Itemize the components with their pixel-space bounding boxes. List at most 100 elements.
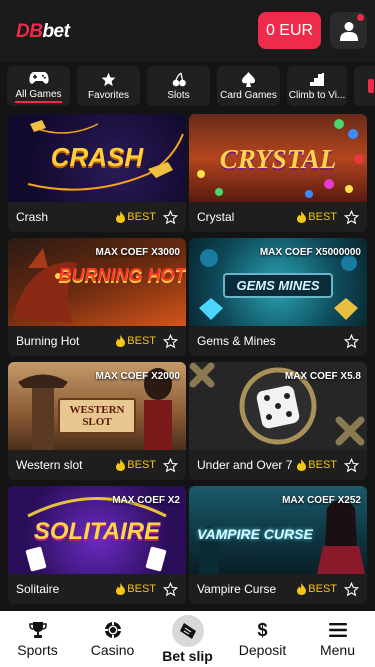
casino-page: DBbet 0 EUR All Games Favorites Slots Ca…	[0, 0, 375, 667]
game-thumbnail: MAX COEF X5.8	[189, 362, 367, 450]
game-card-crystal[interactable]: CRYSTAL Crystal BEST	[189, 114, 367, 232]
best-badge: BEST	[116, 583, 156, 595]
top-header: DBbet 0 EUR	[0, 0, 375, 62]
max-coef-label: MAX COEF X3000	[95, 247, 180, 258]
game-name: Crystal	[197, 210, 235, 224]
game-thumbnail: CRASH	[8, 114, 186, 202]
favorite-star-icon[interactable]	[162, 457, 178, 473]
game-name: Under and Over 7	[197, 458, 293, 472]
game-thumbnail: MAX COEF X2000 WESTERN SLOT	[8, 362, 186, 450]
logo-suffix: bet	[42, 21, 70, 42]
best-badge: BEST	[297, 459, 337, 471]
game-footer: Gems & Mines	[189, 326, 367, 356]
nav-bet-slip[interactable]: Bet slip	[153, 611, 223, 664]
best-badge: BEST	[116, 459, 156, 471]
tab-slots[interactable]: Slots	[147, 66, 210, 106]
gems-mines-title-art: GEMS MINES	[223, 273, 333, 298]
best-label: BEST	[308, 583, 337, 595]
nav-label: Menu	[319, 642, 356, 658]
flame-icon	[297, 583, 307, 595]
nav-label: Casino	[90, 642, 135, 658]
notification-dot	[357, 14, 364, 21]
game-name: Crash	[16, 210, 49, 224]
favorite-star-icon[interactable]	[343, 209, 359, 225]
profile-button[interactable]	[330, 12, 367, 49]
dbbet-logo[interactable]: DBbet	[16, 21, 70, 43]
flame-icon	[116, 211, 126, 223]
game-card-crash[interactable]: CRASH Crash BEST	[8, 114, 186, 232]
user-icon	[339, 21, 358, 41]
nav-menu[interactable]: Menu	[303, 611, 373, 658]
favorite-star-icon[interactable]	[162, 581, 178, 597]
spade-icon	[242, 71, 255, 87]
tab-favorites[interactable]: Favorites	[77, 66, 140, 106]
favorite-star-icon[interactable]	[343, 457, 359, 473]
favorite-star-icon[interactable]	[162, 333, 178, 349]
best-label: BEST	[127, 335, 156, 347]
casino-chip-icon	[104, 622, 121, 638]
tab-label: Climb to Vi...	[288, 90, 346, 101]
logo-prefix: DB	[16, 21, 43, 42]
tab-more[interactable]	[354, 66, 375, 106]
game-card-western-slot[interactable]: MAX COEF X2000 WESTERN SLOT Western slot…	[8, 362, 186, 480]
tab-card-games[interactable]: Card Games	[217, 66, 280, 106]
flame-icon	[116, 459, 126, 471]
best-label: BEST	[308, 211, 337, 223]
game-footer: Western slot BEST	[8, 450, 186, 480]
hamburger-icon	[328, 623, 347, 637]
game-card-under-over-7[interactable]: MAX COEF X5.8 Under and Over 7 BEST	[189, 362, 367, 480]
tab-climb-to-vip[interactable]: Climb to Vi...	[287, 66, 347, 106]
game-footer: Under and Over 7 BEST	[189, 450, 367, 480]
favorite-star-icon[interactable]	[343, 333, 359, 349]
vampire-title-art: VAMPIRE CURSE	[197, 526, 313, 542]
favorite-star-icon[interactable]	[343, 581, 359, 597]
best-badge: BEST	[116, 335, 156, 347]
game-card-gems-mines[interactable]: MAX COEF X5000000 GEMS MINES Gems & Mine…	[189, 238, 367, 356]
nav-casino[interactable]: Casino	[78, 611, 148, 658]
game-name: Vampire Curse	[197, 582, 277, 596]
best-label: BEST	[308, 459, 337, 471]
best-badge: BEST	[297, 583, 337, 595]
game-card-vampire-curse[interactable]: MAX COEF X252 VAMPIRE CURSE Vampire Curs…	[189, 486, 367, 604]
western-title-art: WESTERN SLOT	[58, 398, 136, 434]
favorite-star-icon[interactable]	[162, 209, 178, 225]
balance-button[interactable]: 0 EUR	[258, 12, 321, 49]
nav-sports[interactable]: Sports	[3, 611, 73, 658]
burning-hot-title-art: BURNING HOT	[58, 265, 186, 285]
flame-icon	[116, 583, 126, 595]
cherry-icon	[172, 71, 186, 86]
game-thumbnail: MAX COEF X5000000 GEMS MINES	[189, 238, 367, 326]
max-coef-label: MAX COEF X252	[282, 495, 361, 506]
bottom-nav: Sports Casino Bet slip $ Deposit Menu	[0, 611, 375, 667]
nav-label: Bet slip	[162, 648, 213, 664]
game-thumbnail: CRYSTAL	[189, 114, 367, 202]
tab-label: Favorites	[87, 90, 130, 101]
flame-icon	[297, 459, 307, 471]
tab-label: Slots	[167, 90, 190, 101]
game-thumbnail: MAX COEF X252 VAMPIRE CURSE	[189, 486, 367, 574]
max-coef-label: MAX COEF X2000	[95, 371, 180, 382]
star-icon	[101, 72, 116, 86]
best-badge: BEST	[116, 211, 156, 223]
game-footer: Vampire Curse BEST	[189, 574, 367, 604]
trophy-icon	[28, 622, 47, 638]
nav-label: Sports	[17, 642, 58, 658]
best-label: BEST	[127, 211, 156, 223]
nav-label: Deposit	[238, 642, 287, 658]
game-name: Western slot	[16, 458, 83, 472]
game-name: Burning Hot	[16, 334, 80, 348]
game-card-solitaire[interactable]: MAX COEF X2 SOLITAIRE Solitaire BEST	[8, 486, 186, 604]
gamepad-icon	[28, 71, 49, 84]
max-coef-label: MAX COEF X5000000	[259, 247, 361, 258]
crystal-title-art: CRYSTAL	[219, 144, 337, 174]
crash-title-art: CRASH	[50, 142, 144, 172]
tab-label: All Games	[15, 89, 62, 103]
balance-label: 0 EUR	[265, 21, 314, 39]
game-card-burning-hot[interactable]: MAX COEF X3000 BURNING HOT Burning Hot B…	[8, 238, 186, 356]
game-name: Gems & Mines	[197, 334, 276, 348]
nav-deposit[interactable]: $ Deposit	[228, 611, 298, 659]
tab-all-games[interactable]: All Games	[7, 66, 70, 106]
game-footer: Solitaire BEST	[8, 574, 186, 604]
more-icon	[368, 79, 374, 93]
game-footer: Crash BEST	[8, 202, 186, 232]
